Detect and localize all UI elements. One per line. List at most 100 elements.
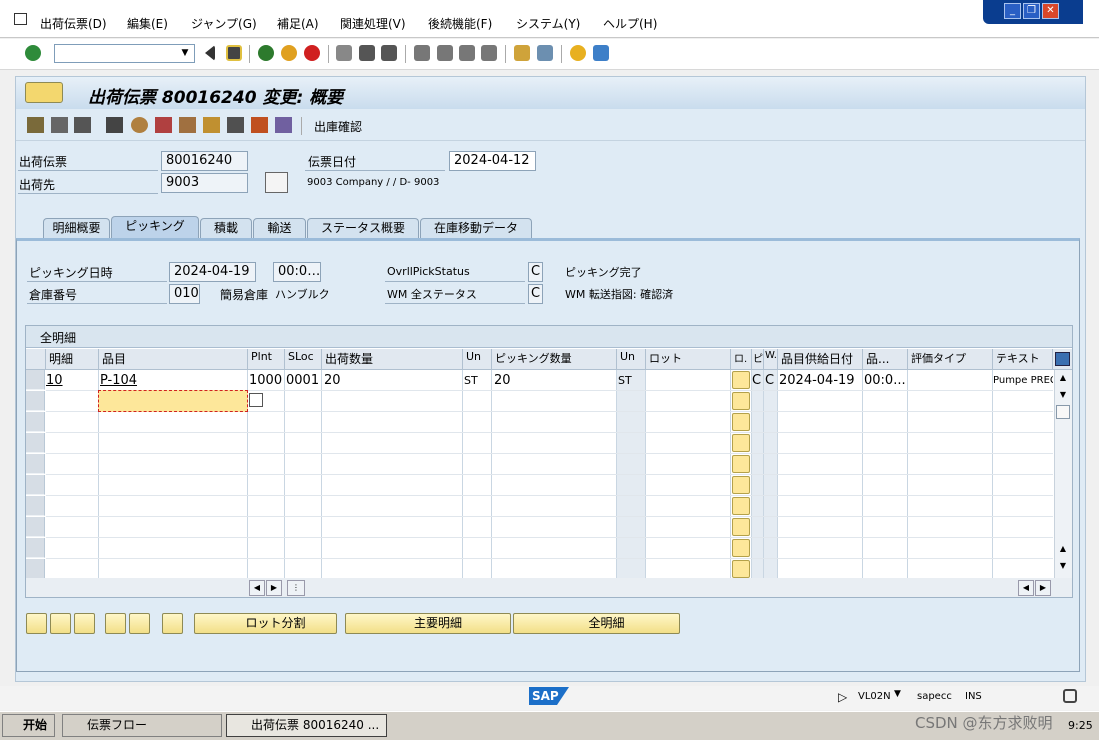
table-settings-icon[interactable] — [1055, 352, 1070, 366]
save-icon[interactable] — [226, 45, 242, 61]
cell-picked-qty[interactable]: 20 — [494, 373, 511, 388]
row-selector[interactable] — [26, 496, 45, 516]
cell-item[interactable]: 10 — [46, 373, 63, 388]
batch-split-checkbox[interactable] — [732, 434, 750, 452]
batch-split-checkbox[interactable] — [732, 539, 750, 557]
insert-row-icon[interactable] — [105, 613, 126, 634]
enter-icon[interactable] — [25, 45, 41, 61]
scroll-right-end-icon[interactable]: ▶ — [1035, 580, 1051, 596]
tab-picking[interactable]: ピッキング — [111, 216, 199, 238]
row-selector[interactable] — [26, 475, 45, 495]
col-text[interactable]: テキスト — [993, 349, 1053, 370]
customize-layout-icon[interactable] — [593, 45, 609, 61]
col-picked-qty[interactable]: ピッキング数量 — [492, 349, 617, 370]
tab-goods-movement[interactable]: 在庫移動データ — [420, 218, 532, 238]
cell-sloc[interactable]: 0001 — [286, 373, 319, 388]
close-button[interactable]: ✕ — [1042, 3, 1059, 19]
batch-split-checkbox[interactable] — [732, 560, 750, 578]
delete-row-icon[interactable] — [129, 613, 150, 634]
other-delivery-icon[interactable] — [51, 117, 68, 133]
tab-status-overview[interactable]: ステータス概要 — [307, 218, 419, 238]
col-batch-split[interactable]: ロ. — [731, 349, 752, 370]
overall-pick-status-field[interactable]: C — [528, 262, 543, 282]
batch-split-checkbox[interactable] — [732, 476, 750, 494]
menu-environment[interactable]: 関連処理(V) — [340, 15, 406, 32]
batch-split-checkbox[interactable] — [732, 497, 750, 515]
warehouse-number-field[interactable]: 010 — [169, 284, 200, 304]
cell-availability-date[interactable]: 2024-04-19 — [779, 373, 855, 388]
col-sloc[interactable]: SLoc — [285, 349, 322, 370]
tab-item-overview[interactable]: 明細概要 — [43, 218, 110, 238]
scroll-page-up-icon[interactable]: ▲ — [1055, 542, 1071, 558]
warehouse-icon[interactable] — [251, 117, 268, 133]
chevron-down-icon[interactable]: ▼ — [178, 46, 192, 61]
item-details-icon[interactable] — [26, 613, 47, 634]
first-page-icon[interactable] — [414, 45, 430, 61]
col-batch[interactable]: ロット — [646, 349, 731, 370]
row-selector[interactable] — [26, 370, 45, 390]
help-icon[interactable] — [570, 45, 586, 61]
start-button[interactable]: 开始 — [2, 714, 55, 737]
f4-help-icon[interactable] — [249, 393, 263, 407]
col-availability-date[interactable]: 品目供給日付 — [778, 349, 863, 370]
col-time[interactable]: 品... — [863, 349, 908, 370]
taskbar-doc-flow[interactable]: 伝票フロー — [62, 714, 222, 737]
goods-issue-button[interactable]: 出庫確認 — [314, 118, 362, 135]
output-icon[interactable] — [227, 117, 244, 133]
menu-goto[interactable]: ジャンプ(G) — [191, 15, 257, 32]
next-page-icon[interactable] — [459, 45, 475, 61]
delivery-number-field[interactable]: 80016240 — [161, 151, 248, 171]
batch-split-checkbox[interactable] — [732, 518, 750, 536]
cancel-icon[interactable] — [304, 45, 320, 61]
select-all-header[interactable] — [26, 349, 46, 370]
picking-date-field[interactable]: 2024-04-19 — [169, 262, 256, 282]
row-selector[interactable] — [26, 391, 45, 411]
last-page-icon[interactable] — [481, 45, 497, 61]
tab-loading[interactable]: 積載 — [200, 218, 252, 238]
cell-unit[interactable]: ST — [464, 374, 478, 387]
batch-search-icon[interactable] — [162, 613, 183, 634]
menu-edit[interactable]: 編集(E) — [127, 15, 168, 32]
partner-icon[interactable] — [131, 117, 148, 133]
command-field[interactable]: ▼ — [54, 44, 195, 63]
col-plant[interactable]: Plnt — [248, 349, 285, 370]
col-unit[interactable]: Un — [463, 349, 492, 370]
col-valuation-type[interactable]: 評価タイプ — [908, 349, 993, 370]
scroll-left-end-icon[interactable]: ◀ — [1018, 580, 1034, 596]
find-icon[interactable] — [359, 45, 375, 61]
status-expand-icon[interactable]: ▷ — [838, 690, 847, 704]
select-all-icon[interactable] — [50, 613, 71, 634]
shortcut-icon[interactable] — [537, 45, 553, 61]
scroll-left-icon[interactable]: ◀ — [249, 580, 265, 596]
scroll-down-icon[interactable]: ▼ — [1055, 388, 1071, 404]
minimize-button[interactable]: _ — [1004, 3, 1021, 19]
row-selector[interactable] — [26, 559, 45, 579]
document-date-field[interactable]: 2024-04-12 — [449, 151, 536, 171]
row-selector[interactable] — [26, 538, 45, 558]
taskbar-delivery[interactable]: 出荷伝票 80016240 ... — [226, 714, 387, 737]
menu-subsequent[interactable]: 後続機能(F) — [428, 15, 492, 32]
back-icon[interactable] — [258, 45, 274, 61]
scroll-right-icon[interactable]: ▶ — [266, 580, 282, 596]
transport-icon[interactable] — [155, 117, 172, 133]
menu-delivery[interactable]: 出荷伝票(D) — [40, 15, 107, 32]
scroll-up-icon[interactable]: ▲ — [1055, 371, 1071, 387]
cell-delivery-qty[interactable]: 20 — [324, 373, 341, 388]
delete-icon[interactable] — [74, 117, 91, 133]
material-input-active[interactable] — [98, 390, 248, 412]
wm-status-field[interactable]: C — [528, 284, 543, 304]
previous-page-icon[interactable] — [437, 45, 453, 61]
col-wm-status[interactable]: W. — [764, 349, 778, 370]
cell-time[interactable]: 00:0... — [864, 373, 907, 388]
all-items-button[interactable]: 全明細 — [513, 613, 680, 634]
print-icon[interactable] — [336, 45, 352, 61]
row-selector[interactable] — [26, 433, 45, 453]
picking-time-field[interactable]: 00:0… — [273, 262, 321, 282]
col-material[interactable]: 品目 — [99, 349, 248, 370]
menu-help[interactable]: ヘルプ(H) — [603, 15, 657, 32]
row-selector[interactable] — [26, 412, 45, 432]
tab-transport[interactable]: 輸送 — [253, 218, 306, 238]
shipment-icon[interactable] — [179, 117, 196, 133]
shipto-field[interactable]: 9003 — [161, 173, 248, 193]
package-icon[interactable] — [203, 117, 220, 133]
